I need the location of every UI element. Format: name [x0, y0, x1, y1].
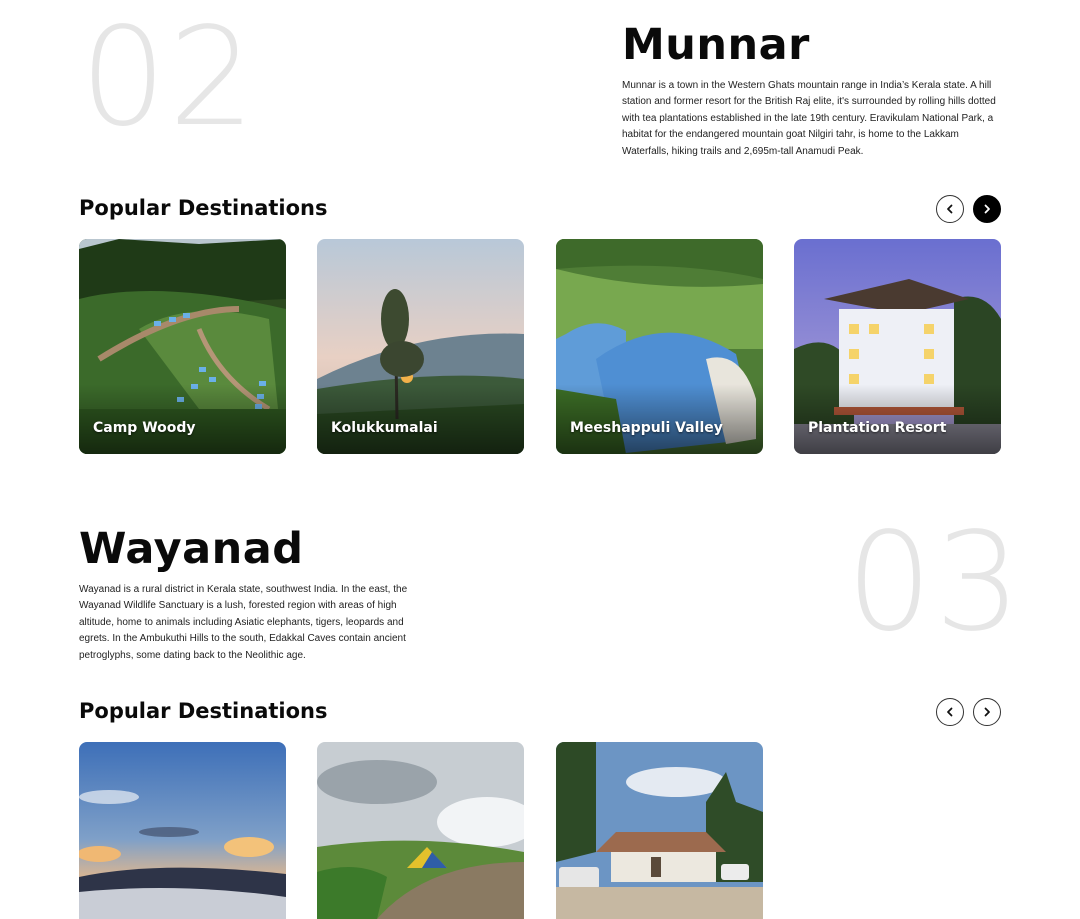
carousel-next-button[interactable]: [973, 698, 1001, 726]
destination-name: Camp Woody: [93, 420, 196, 436]
destination-image: [79, 742, 286, 919]
region-title: Wayanad: [79, 524, 304, 574]
chevron-right-icon: [984, 707, 990, 717]
carousel-next-button[interactable]: [973, 195, 1001, 223]
chevron-left-icon: [947, 204, 953, 214]
destination-card[interactable]: [79, 742, 286, 919]
chevron-left-icon: [947, 707, 953, 717]
destination-card[interactable]: [556, 742, 763, 919]
popular-destinations-heading: Popular Destinations: [79, 196, 328, 220]
carousel-prev-button[interactable]: [936, 698, 964, 726]
section-number: 02: [80, 0, 258, 157]
destination-card[interactable]: [317, 742, 524, 919]
destination-name: Plantation Resort: [808, 420, 947, 436]
region-description: Wayanad is a rural district in Kerala st…: [79, 584, 408, 661]
region-description: Munnar is a town in the Western Ghats mo…: [622, 80, 996, 157]
destination-image: [317, 742, 524, 919]
destination-card[interactable]: Kolukkumalai: [317, 239, 524, 454]
destination-card[interactable]: Camp Woody: [79, 239, 286, 454]
popular-destinations-heading: Popular Destinations: [79, 699, 328, 723]
section-number: 03: [846, 504, 1024, 662]
carousel-prev-button[interactable]: [936, 195, 964, 223]
destination-card[interactable]: Meeshappuli Valley: [556, 239, 763, 454]
chevron-right-icon: [984, 204, 990, 214]
destination-image: [556, 742, 763, 919]
destination-name: Kolukkumalai: [331, 420, 438, 436]
destination-name: Meeshappuli Valley: [570, 420, 723, 436]
region-title: Munnar: [622, 20, 810, 70]
destination-card[interactable]: Plantation Resort: [794, 239, 1001, 454]
